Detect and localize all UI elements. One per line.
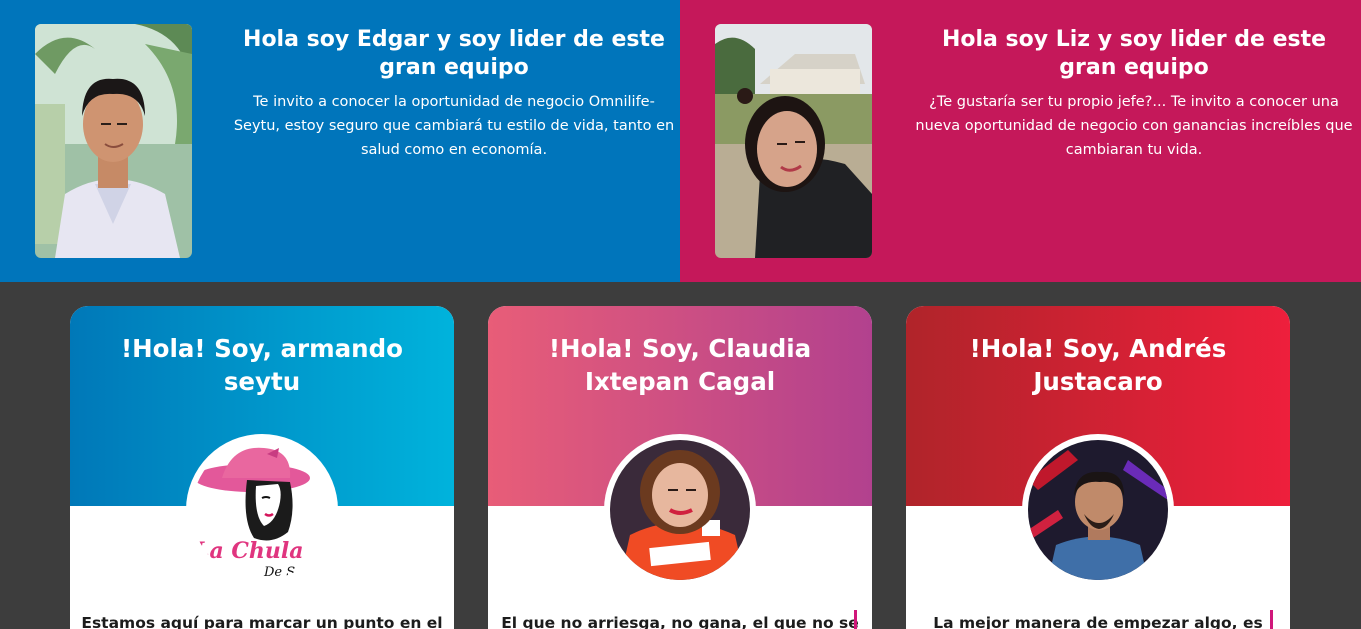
card-andres-avatar[interactable] (1022, 434, 1174, 586)
edgar-intro: Hola soy Edgar y soy lider de este gran … (232, 26, 676, 162)
leader-section-liz: Hola soy Liz y soy lider de este gran eq… (680, 0, 1361, 282)
liz-photo (715, 24, 872, 258)
card-armando: !Hola! Soy, armando seytu La Chula De S … (70, 306, 454, 629)
card-andres-quote: La mejor manera de empezar algo, es (933, 614, 1263, 629)
liz-title: Hola soy Liz y soy lider de este gran eq… (941, 27, 1327, 80)
card-claudia: !Hola! Soy, Claudia Ixtepan Cagal El que… (488, 306, 872, 629)
claudia-photo (610, 440, 750, 580)
leader-section-edgar: Hola soy Edgar y soy lider de este gran … (0, 0, 680, 282)
card-claudia-accent-bar (854, 610, 857, 629)
card-claudia-title: !Hola! Soy, Claudia Ixtepan Cagal (548, 334, 812, 396)
card-armando-quote: Estamos aquí para marcar un punto en el (81, 614, 443, 629)
card-armando-title: !Hola! Soy, armando seytu (120, 334, 403, 396)
la-chula-subtext: De S (263, 565, 295, 580)
edgar-photo (35, 24, 192, 258)
andres-photo (1028, 440, 1168, 580)
card-andres: !Hola! Soy, Andrés Justacaro La mejor ma… (906, 306, 1290, 629)
la-chula-logo: La Chula De S (192, 440, 332, 580)
card-armando-avatar[interactable]: La Chula De S (186, 434, 338, 586)
liz-intro: Hola soy Liz y soy lider de este gran eq… (912, 26, 1356, 162)
card-claudia-quote: El que no arriesga, no gana, el que no s… (501, 614, 859, 629)
liz-description: ¿Te gustaría ser tu propio jefe?... Te i… (915, 94, 1353, 158)
edgar-title: Hola soy Edgar y soy lider de este gran … (243, 27, 665, 80)
la-chula-text: La Chula (193, 538, 304, 564)
card-andres-title: !Hola! Soy, Andrés Justacaro (969, 334, 1227, 396)
edgar-description: Te invito a conocer la oportunidad de ne… (233, 94, 675, 158)
card-claudia-avatar[interactable] (604, 434, 756, 586)
card-andres-accent-bar (1270, 610, 1273, 629)
